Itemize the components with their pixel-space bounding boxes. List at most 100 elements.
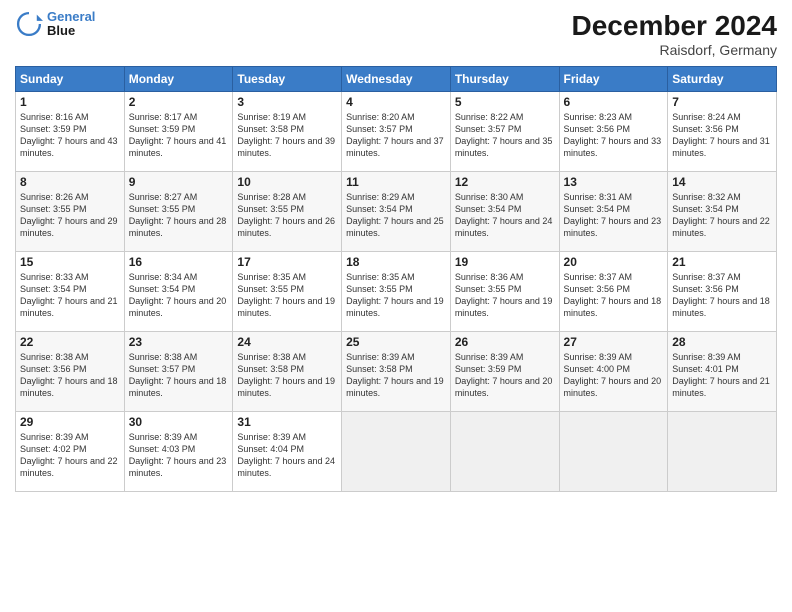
day-detail: Sunrise: 8:22 AMSunset: 3:57 PMDaylight:… — [455, 111, 555, 160]
day-number: 9 — [129, 175, 229, 189]
logo-icon — [15, 10, 43, 38]
day-detail: Sunrise: 8:30 AMSunset: 3:54 PMDaylight:… — [455, 191, 555, 240]
day-cell-18: 18 Sunrise: 8:35 AMSunset: 3:55 PMDaylig… — [342, 252, 451, 332]
day-detail: Sunrise: 8:38 AMSunset: 3:56 PMDaylight:… — [20, 351, 120, 400]
day-number: 5 — [455, 95, 555, 109]
day-detail: Sunrise: 8:37 AMSunset: 3:56 PMDaylight:… — [672, 271, 772, 320]
day-detail: Sunrise: 8:17 AMSunset: 3:59 PMDaylight:… — [129, 111, 229, 160]
empty-cell — [342, 412, 451, 492]
day-cell-24: 24 Sunrise: 8:38 AMSunset: 3:58 PMDaylig… — [233, 332, 342, 412]
day-number: 20 — [564, 255, 664, 269]
day-number: 15 — [20, 255, 120, 269]
day-number: 11 — [346, 175, 446, 189]
day-number: 22 — [20, 335, 120, 349]
day-detail: Sunrise: 8:39 AMSunset: 4:02 PMDaylight:… — [20, 431, 120, 480]
logo: General Blue — [15, 10, 95, 39]
week-row-4: 22 Sunrise: 8:38 AMSunset: 3:56 PMDaylig… — [16, 332, 777, 412]
day-detail: Sunrise: 8:37 AMSunset: 3:56 PMDaylight:… — [564, 271, 664, 320]
day-cell-30: 30 Sunrise: 8:39 AMSunset: 4:03 PMDaylig… — [124, 412, 233, 492]
day-detail: Sunrise: 8:35 AMSunset: 3:55 PMDaylight:… — [237, 271, 337, 320]
day-detail: Sunrise: 8:19 AMSunset: 3:58 PMDaylight:… — [237, 111, 337, 160]
day-header-monday: Monday — [124, 67, 233, 92]
week-row-2: 8 Sunrise: 8:26 AMSunset: 3:55 PMDayligh… — [16, 172, 777, 252]
day-detail: Sunrise: 8:39 AMSunset: 4:01 PMDaylight:… — [672, 351, 772, 400]
day-cell-12: 12 Sunrise: 8:30 AMSunset: 3:54 PMDaylig… — [450, 172, 559, 252]
day-header-sunday: Sunday — [16, 67, 125, 92]
day-cell-3: 3 Sunrise: 8:19 AMSunset: 3:58 PMDayligh… — [233, 92, 342, 172]
day-cell-19: 19 Sunrise: 8:36 AMSunset: 3:55 PMDaylig… — [450, 252, 559, 332]
day-cell-28: 28 Sunrise: 8:39 AMSunset: 4:01 PMDaylig… — [668, 332, 777, 412]
week-row-5: 29 Sunrise: 8:39 AMSunset: 4:02 PMDaylig… — [16, 412, 777, 492]
day-cell-14: 14 Sunrise: 8:32 AMSunset: 3:54 PMDaylig… — [668, 172, 777, 252]
day-detail: Sunrise: 8:24 AMSunset: 3:56 PMDaylight:… — [672, 111, 772, 160]
day-detail: Sunrise: 8:32 AMSunset: 3:54 PMDaylight:… — [672, 191, 772, 240]
day-number: 8 — [20, 175, 120, 189]
logo-text: General Blue — [47, 10, 95, 39]
day-detail: Sunrise: 8:16 AMSunset: 3:59 PMDaylight:… — [20, 111, 120, 160]
subtitle: Raisdorf, Germany — [572, 42, 777, 58]
day-cell-20: 20 Sunrise: 8:37 AMSunset: 3:56 PMDaylig… — [559, 252, 668, 332]
day-cell-23: 23 Sunrise: 8:38 AMSunset: 3:57 PMDaylig… — [124, 332, 233, 412]
day-detail: Sunrise: 8:29 AMSunset: 3:54 PMDaylight:… — [346, 191, 446, 240]
day-header-saturday: Saturday — [668, 67, 777, 92]
day-number: 3 — [237, 95, 337, 109]
calendar-header-row: SundayMondayTuesdayWednesdayThursdayFrid… — [16, 67, 777, 92]
day-cell-29: 29 Sunrise: 8:39 AMSunset: 4:02 PMDaylig… — [16, 412, 125, 492]
day-header-friday: Friday — [559, 67, 668, 92]
day-cell-2: 2 Sunrise: 8:17 AMSunset: 3:59 PMDayligh… — [124, 92, 233, 172]
day-number: 13 — [564, 175, 664, 189]
day-number: 6 — [564, 95, 664, 109]
day-cell-8: 8 Sunrise: 8:26 AMSunset: 3:55 PMDayligh… — [16, 172, 125, 252]
day-cell-22: 22 Sunrise: 8:38 AMSunset: 3:56 PMDaylig… — [16, 332, 125, 412]
day-detail: Sunrise: 8:39 AMSunset: 3:59 PMDaylight:… — [455, 351, 555, 400]
day-detail: Sunrise: 8:23 AMSunset: 3:56 PMDaylight:… — [564, 111, 664, 160]
day-cell-17: 17 Sunrise: 8:35 AMSunset: 3:55 PMDaylig… — [233, 252, 342, 332]
day-cell-5: 5 Sunrise: 8:22 AMSunset: 3:57 PMDayligh… — [450, 92, 559, 172]
day-detail: Sunrise: 8:36 AMSunset: 3:55 PMDaylight:… — [455, 271, 555, 320]
day-detail: Sunrise: 8:28 AMSunset: 3:55 PMDaylight:… — [237, 191, 337, 240]
day-number: 28 — [672, 335, 772, 349]
day-number: 16 — [129, 255, 229, 269]
day-cell-11: 11 Sunrise: 8:29 AMSunset: 3:54 PMDaylig… — [342, 172, 451, 252]
empty-cell — [450, 412, 559, 492]
day-number: 18 — [346, 255, 446, 269]
day-header-thursday: Thursday — [450, 67, 559, 92]
day-cell-15: 15 Sunrise: 8:33 AMSunset: 3:54 PMDaylig… — [16, 252, 125, 332]
day-number: 19 — [455, 255, 555, 269]
day-cell-25: 25 Sunrise: 8:39 AMSunset: 3:58 PMDaylig… — [342, 332, 451, 412]
day-detail: Sunrise: 8:38 AMSunset: 3:58 PMDaylight:… — [237, 351, 337, 400]
day-number: 17 — [237, 255, 337, 269]
day-number: 12 — [455, 175, 555, 189]
day-detail: Sunrise: 8:27 AMSunset: 3:55 PMDaylight:… — [129, 191, 229, 240]
day-detail: Sunrise: 8:39 AMSunset: 4:00 PMDaylight:… — [564, 351, 664, 400]
day-detail: Sunrise: 8:38 AMSunset: 3:57 PMDaylight:… — [129, 351, 229, 400]
day-number: 26 — [455, 335, 555, 349]
day-detail: Sunrise: 8:20 AMSunset: 3:57 PMDaylight:… — [346, 111, 446, 160]
main-title: December 2024 — [572, 10, 777, 42]
calendar: SundayMondayTuesdayWednesdayThursdayFrid… — [15, 66, 777, 492]
calendar-body: 1 Sunrise: 8:16 AMSunset: 3:59 PMDayligh… — [16, 92, 777, 492]
day-number: 27 — [564, 335, 664, 349]
day-number: 7 — [672, 95, 772, 109]
day-number: 2 — [129, 95, 229, 109]
day-number: 24 — [237, 335, 337, 349]
week-row-3: 15 Sunrise: 8:33 AMSunset: 3:54 PMDaylig… — [16, 252, 777, 332]
day-number: 10 — [237, 175, 337, 189]
day-cell-31: 31 Sunrise: 8:39 AMSunset: 4:04 PMDaylig… — [233, 412, 342, 492]
day-number: 29 — [20, 415, 120, 429]
day-number: 30 — [129, 415, 229, 429]
day-header-tuesday: Tuesday — [233, 67, 342, 92]
day-number: 23 — [129, 335, 229, 349]
day-header-wednesday: Wednesday — [342, 67, 451, 92]
day-detail: Sunrise: 8:26 AMSunset: 3:55 PMDaylight:… — [20, 191, 120, 240]
day-detail: Sunrise: 8:33 AMSunset: 3:54 PMDaylight:… — [20, 271, 120, 320]
page: General Blue December 2024 Raisdorf, Ger… — [0, 0, 792, 612]
week-row-1: 1 Sunrise: 8:16 AMSunset: 3:59 PMDayligh… — [16, 92, 777, 172]
day-number: 14 — [672, 175, 772, 189]
day-cell-27: 27 Sunrise: 8:39 AMSunset: 4:00 PMDaylig… — [559, 332, 668, 412]
empty-cell — [668, 412, 777, 492]
day-detail: Sunrise: 8:39 AMSunset: 4:03 PMDaylight:… — [129, 431, 229, 480]
day-number: 4 — [346, 95, 446, 109]
day-cell-16: 16 Sunrise: 8:34 AMSunset: 3:54 PMDaylig… — [124, 252, 233, 332]
day-detail: Sunrise: 8:35 AMSunset: 3:55 PMDaylight:… — [346, 271, 446, 320]
